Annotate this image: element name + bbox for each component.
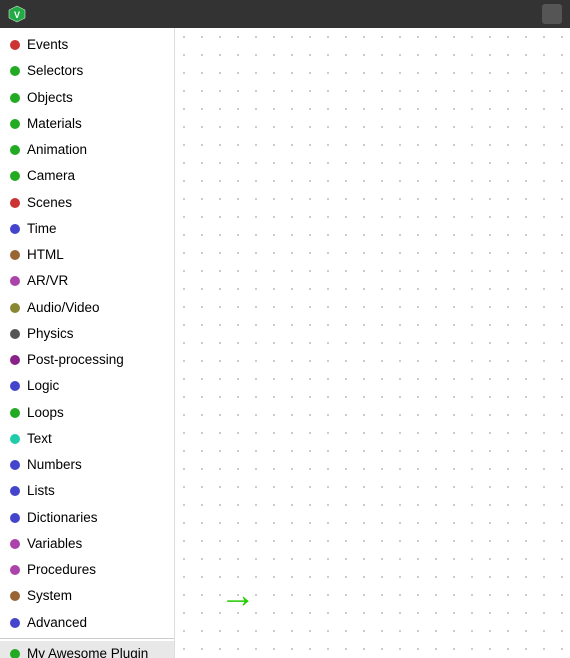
sidebar-item-label: Audio/Video <box>27 298 100 318</box>
sidebar-item-loops[interactable]: Loops <box>0 400 174 426</box>
sidebar-plugin-my-awesome-plugin[interactable]: My Awesome Plugin <box>0 641 174 658</box>
sidebar-item-label: Scenes <box>27 193 72 213</box>
category-dot <box>10 303 20 313</box>
category-dot <box>10 381 20 391</box>
category-dot <box>10 119 20 129</box>
sidebar-item-physics[interactable]: Physics <box>0 321 174 347</box>
category-dot <box>10 618 20 628</box>
sidebar-item-objects[interactable]: Objects <box>0 85 174 111</box>
sidebar-item-post-processing[interactable]: Post-processing <box>0 347 174 373</box>
category-dot <box>10 329 20 339</box>
sidebar-item-label: Time <box>27 219 57 239</box>
sidebar-item-label: System <box>27 586 72 606</box>
content-area: ← <box>175 28 570 658</box>
category-dot <box>10 460 20 470</box>
app-header: V <box>0 0 570 28</box>
add-tab-button[interactable] <box>542 4 562 24</box>
arrow-indicator: ← <box>220 574 256 616</box>
category-dot <box>10 355 20 365</box>
sidebar-item-label: Numbers <box>27 455 82 475</box>
sidebar-item-label: Text <box>27 429 52 449</box>
sidebar-item-label: HTML <box>27 245 64 265</box>
category-dot <box>10 224 20 234</box>
sidebar-item-logic[interactable]: Logic <box>0 373 174 399</box>
sidebar-item-label: Selectors <box>27 61 83 81</box>
category-dot <box>10 145 20 155</box>
sidebar-item-camera[interactable]: Camera <box>0 163 174 189</box>
category-dot <box>10 591 20 601</box>
category-dot <box>10 565 20 575</box>
category-dot <box>10 408 20 418</box>
sidebar-item-label: Camera <box>27 166 75 186</box>
sidebar-item-label: Lists <box>27 481 55 501</box>
sidebar-item-html[interactable]: HTML <box>0 242 174 268</box>
sidebar-item-label: Post-processing <box>27 350 124 370</box>
sidebar-item-label: Physics <box>27 324 74 344</box>
category-dot <box>10 250 20 260</box>
main-layout: Events Selectors Objects Materials Animation… <box>0 28 570 658</box>
category-dot <box>10 171 20 181</box>
sidebar-item-dictionaries[interactable]: Dictionaries <box>0 505 174 531</box>
category-dot <box>10 486 20 496</box>
category-dot <box>10 276 20 286</box>
sidebar-item-lists[interactable]: Lists <box>0 478 174 504</box>
sidebar-item-label: Variables <box>27 534 82 554</box>
category-dot <box>10 434 20 444</box>
sidebar-item-text[interactable]: Text <box>0 426 174 452</box>
sidebar-item-audio-video[interactable]: Audio/Video <box>0 295 174 321</box>
sidebar-item-variables[interactable]: Variables <box>0 531 174 557</box>
category-dot <box>10 198 20 208</box>
sidebar-item-label: Procedures <box>27 560 96 580</box>
sidebar-item-label: Events <box>27 35 68 55</box>
category-dot <box>10 513 20 523</box>
sidebar-item-events[interactable]: Events <box>0 32 174 58</box>
sidebar-item-label: Objects <box>27 88 73 108</box>
sidebar-item-materials[interactable]: Materials <box>0 111 174 137</box>
sidebar-item-label: Loops <box>27 403 64 423</box>
svg-text:V: V <box>14 10 20 20</box>
sidebar-item-animation[interactable]: Animation <box>0 137 174 163</box>
category-dot <box>10 40 20 50</box>
sidebar-plugin-label: My Awesome Plugin <box>27 644 148 658</box>
sidebar-item-system[interactable]: System <box>0 583 174 609</box>
sidebar-item-ar-vr[interactable]: AR/VR <box>0 268 174 294</box>
sidebar-item-label: Advanced <box>27 613 87 633</box>
sidebar-item-procedures[interactable]: Procedures <box>0 557 174 583</box>
category-dot <box>10 93 20 103</box>
sidebar-item-scenes[interactable]: Scenes <box>0 190 174 216</box>
sidebar-item-label: Logic <box>27 376 59 396</box>
sidebar-item-selectors[interactable]: Selectors <box>0 58 174 84</box>
sidebar-item-label: Animation <box>27 140 87 160</box>
sidebar-item-label: Materials <box>27 114 82 134</box>
sidebar-item-advanced[interactable]: Advanced <box>0 610 174 636</box>
category-dot <box>10 539 20 549</box>
sidebar-item-label: Dictionaries <box>27 508 98 528</box>
app-logo: V <box>8 5 26 23</box>
category-dot <box>10 66 20 76</box>
sidebar: Events Selectors Objects Materials Animation… <box>0 28 175 658</box>
sidebar-item-label: AR/VR <box>27 271 68 291</box>
sidebar-item-time[interactable]: Time <box>0 216 174 242</box>
sidebar-separator <box>0 638 174 639</box>
sidebar-item-numbers[interactable]: Numbers <box>0 452 174 478</box>
plugin-dot <box>10 649 20 658</box>
